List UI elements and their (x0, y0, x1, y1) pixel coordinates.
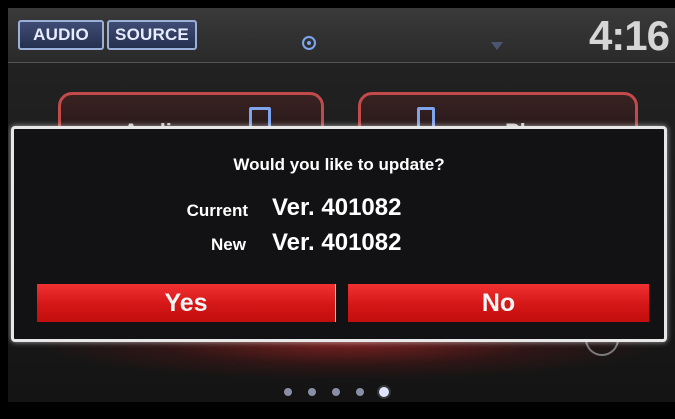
page-dot[interactable] (332, 388, 340, 396)
head-unit-screen: AUDIO SOURCE 4:16 Audio Phone Would you … (8, 8, 675, 402)
status-bar: AUDIO SOURCE 4:16 (8, 8, 675, 63)
wifi-icon (491, 42, 503, 50)
update-dialog: Would you like to update? Current Ver. 4… (11, 126, 667, 342)
audio-button[interactable]: AUDIO (18, 20, 104, 50)
clock: 4:16 (588, 12, 670, 59)
current-version-value: Ver. 401082 (272, 194, 402, 221)
update-question: Would you like to update? (233, 155, 445, 174)
page-dot-active[interactable] (379, 387, 389, 397)
new-version-label: New (211, 235, 246, 254)
source-button[interactable]: SOURCE (107, 20, 197, 50)
no-button[interactable]: No (348, 284, 649, 322)
yes-button[interactable]: Yes (37, 284, 336, 322)
current-version-label: Current (186, 201, 248, 220)
new-version-value: Ver. 401082 (272, 229, 402, 256)
page-indicator (274, 387, 394, 400)
page-dot[interactable] (284, 388, 292, 396)
page-dot[interactable] (356, 388, 364, 396)
navigation-icon (302, 36, 316, 50)
page-dot[interactable] (308, 388, 316, 396)
